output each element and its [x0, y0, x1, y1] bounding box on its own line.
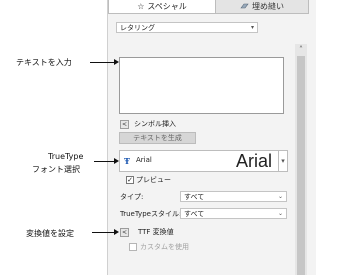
- truetype-style-select-value: すべて: [184, 209, 205, 218]
- arrow-right-icon: [114, 59, 119, 65]
- callout-convert-values: 変換値を設定: [26, 229, 74, 238]
- check-icon: ✓: [127, 176, 133, 184]
- truetype-style-select[interactable]: すべて ⌄: [180, 208, 287, 219]
- font-preview-text: Arial: [235, 151, 272, 171]
- tab-special[interactable]: ☆ スペシャル: [108, 0, 216, 14]
- chevron-down-icon: ▾: [250, 24, 254, 31]
- callout-text-input-line: [90, 62, 115, 63]
- truetype-icon: Ŧ: [124, 156, 130, 166]
- chevron-left-icon: <: [121, 121, 128, 128]
- tab-fill-stitch-label: 埋め縫い: [252, 2, 284, 11]
- font-dropdown-button[interactable]: ▾: [279, 150, 288, 172]
- lettering-select[interactable]: レタリング ▾: [116, 22, 258, 33]
- tab-fill-stitch[interactable]: 埋め縫い: [215, 0, 309, 14]
- tab-special-label: スペシャル: [147, 2, 187, 11]
- fill-stitch-icon: [240, 2, 249, 12]
- symbol-insert-label: シンボル挿入: [134, 120, 176, 128]
- arrow-right-icon: [114, 158, 119, 164]
- type-label: タイプ:: [120, 193, 144, 201]
- chevron-left-icon: <: [121, 229, 128, 236]
- truetype-style-label: TrueTypeスタイル:: [120, 210, 182, 218]
- use-custom-checkbox[interactable]: [129, 243, 137, 251]
- preview-label: プレビュー: [136, 176, 171, 184]
- ttf-convert-label: TTF 変換値: [138, 228, 174, 236]
- type-select[interactable]: すべて ⌄: [180, 191, 287, 202]
- preview-checkbox[interactable]: ✓: [126, 176, 134, 184]
- lettering-select-value: レタリング: [120, 23, 155, 32]
- font-selector[interactable]: Ŧ Arial Arial: [119, 150, 279, 172]
- chevron-down-icon: ▾: [281, 157, 285, 165]
- font-name: Arial: [136, 156, 152, 164]
- callout-text-input: テキストを入力: [16, 58, 72, 67]
- callout-font-select-line: [94, 161, 115, 162]
- text-input-area[interactable]: [119, 57, 284, 114]
- callout-convert-values-line: [92, 232, 115, 233]
- callout-font-select-line1: TrueType: [48, 152, 84, 161]
- type-select-value: すべて: [184, 192, 205, 201]
- generate-text-button[interactable]: テキストを生成: [119, 132, 196, 144]
- ttf-convert-toggle[interactable]: <: [120, 228, 129, 237]
- chevron-down-icon: ⌄: [277, 193, 283, 200]
- arrow-right-icon: [114, 229, 119, 235]
- star-icon: ☆: [137, 2, 145, 11]
- scroll-up-arrow-icon[interactable]: ˄: [296, 45, 306, 55]
- chevron-down-icon: ⌄: [277, 210, 283, 217]
- use-custom-label: カスタムを使用: [140, 243, 189, 251]
- scrollbar-thumb[interactable]: [297, 56, 305, 275]
- symbol-insert-toggle[interactable]: <: [120, 120, 129, 129]
- callout-font-select-line2: フォント選択: [32, 165, 80, 174]
